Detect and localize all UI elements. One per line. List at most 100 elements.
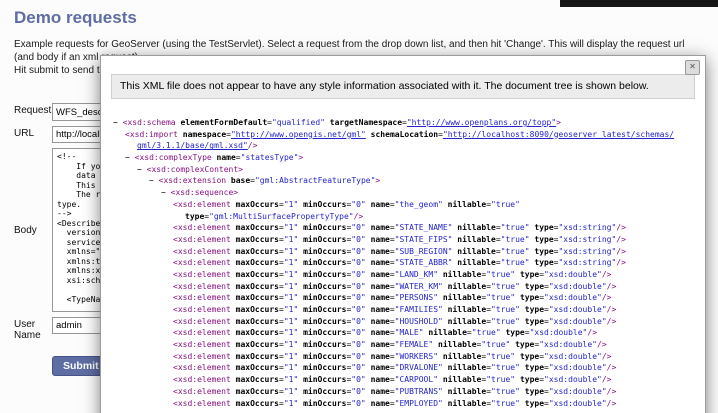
xml-token: nillable bbox=[442, 269, 482, 279]
xml-line: <xsd:element maxOccurs="1" minOccurs="0"… bbox=[113, 304, 701, 316]
xml-token: nillable bbox=[457, 246, 496, 256]
xml-tag: /> bbox=[597, 340, 607, 350]
xml-token: "true" bbox=[500, 223, 530, 233]
collapse-toggle[interactable]: − bbox=[161, 188, 171, 197]
xml-tag: /> bbox=[247, 141, 258, 151]
xml-token: "0" bbox=[351, 305, 366, 314]
xml-token: "1" bbox=[283, 328, 299, 338]
xml-line: <xsd:element maxOccurs="1" minOccurs="0"… bbox=[113, 327, 701, 339]
xml-token: schemaLocation bbox=[370, 129, 439, 139]
xml-token: "0" bbox=[351, 234, 366, 244]
xml-token: "xsd:double" bbox=[548, 305, 607, 314]
xml-tag: <xsd:schema bbox=[122, 118, 181, 127]
xml-line: − <xsd:extension base="gml:AbstractFeatu… bbox=[113, 175, 701, 187]
xml-token: name bbox=[370, 375, 390, 385]
xml-token: "1" bbox=[283, 223, 299, 233]
xml-tag: <xsd:element bbox=[173, 223, 236, 233]
xml-token: "xsd:double" bbox=[544, 293, 602, 303]
xml-tag: <xsd:element bbox=[173, 293, 236, 303]
xml-tag: <xsd:element bbox=[173, 386, 236, 396]
xml-tag: <xsd:element bbox=[173, 363, 236, 373]
xml-token: "the_geom" bbox=[394, 199, 443, 209]
xml-tag: <xsd:element bbox=[173, 351, 236, 361]
xml-token: "true" bbox=[491, 398, 520, 408]
xml-line: <xsd:element maxOccurs="1" minOccurs="0"… bbox=[113, 339, 701, 351]
xml-line: <xsd:element maxOccurs="1" minOccurs="0"… bbox=[113, 222, 701, 234]
xml-token: "FEMALE" bbox=[394, 340, 434, 350]
collapse-toggle[interactable]: − bbox=[125, 153, 135, 162]
xml-token: maxOccurs bbox=[235, 328, 279, 338]
no-style-notice: This XML file does not appear to have an… bbox=[111, 74, 695, 99]
xml-token: "0" bbox=[351, 293, 366, 303]
xml-token: "xsd:double" bbox=[539, 340, 597, 350]
xml-tag: /> bbox=[606, 316, 617, 326]
xml-token: "true" bbox=[491, 199, 520, 209]
xml-token: "xsd:double" bbox=[548, 281, 607, 291]
xml-token: "0" bbox=[351, 340, 366, 350]
xml-token: nillable bbox=[438, 340, 477, 350]
xml-tag: <xsd:element bbox=[173, 258, 236, 268]
xml-token: "xsd:double" bbox=[544, 375, 602, 385]
collapse-toggle[interactable]: − bbox=[149, 176, 159, 185]
xml-token: type bbox=[534, 246, 554, 256]
xml-line: − <xsd:complexContent> bbox=[113, 164, 701, 176]
xml-token: "0" bbox=[351, 328, 366, 338]
xml-line: <xsd:element maxOccurs="1" minOccurs="0"… bbox=[113, 362, 701, 374]
xml-link[interactable]: "http://www.opengis.net/gml" bbox=[231, 130, 366, 139]
xml-tag: /> bbox=[587, 328, 598, 338]
xml-token: "statesType" bbox=[240, 153, 299, 163]
xml-token: nillable bbox=[457, 234, 496, 244]
xml-token: nillable bbox=[457, 258, 496, 268]
xml-tag: /> bbox=[606, 398, 617, 408]
xml-token: "SUB_REGION" bbox=[394, 246, 453, 256]
xml-token: namespace bbox=[182, 129, 227, 139]
xml-token: "DRVALONE" bbox=[394, 363, 443, 373]
xml-token: minOccurs bbox=[303, 398, 347, 408]
xml-token: "WATER_KM" bbox=[394, 281, 443, 291]
xml-token: maxOccurs bbox=[235, 340, 279, 350]
xml-line: <xsd:element maxOccurs="1" minOccurs="0"… bbox=[113, 398, 701, 410]
xml-token: minOccurs bbox=[303, 223, 347, 233]
xml-token: "true" bbox=[500, 246, 530, 256]
collapse-toggle[interactable]: − bbox=[113, 118, 123, 127]
xml-token: name bbox=[370, 281, 390, 291]
xml-token: type bbox=[519, 269, 540, 279]
xml-token: "0" bbox=[351, 316, 366, 326]
xml-link[interactable]: "http://www.openplans.org/topp" bbox=[407, 118, 556, 127]
collapse-toggle[interactable]: − bbox=[137, 165, 147, 174]
xml-token: maxOccurs bbox=[235, 223, 279, 233]
close-icon[interactable]: ✕ bbox=[685, 60, 700, 75]
xml-tag: > bbox=[298, 153, 304, 163]
xml-token: "STATE_FIPS" bbox=[394, 234, 453, 244]
xml-tag: <xsd:element bbox=[173, 199, 236, 209]
xml-token: type bbox=[524, 398, 545, 408]
xml-tag: <xsd:element bbox=[173, 269, 236, 279]
xml-tag: <xsd:complexType bbox=[134, 153, 217, 163]
xml-token: "true" bbox=[486, 375, 516, 385]
xml-tag: /> bbox=[601, 293, 612, 303]
xml-tag: /> bbox=[601, 375, 612, 385]
xml-token: maxOccurs bbox=[235, 258, 279, 268]
xml-token: "PERSONS" bbox=[394, 293, 439, 303]
xml-token: "true" bbox=[500, 258, 530, 268]
xml-token: "true" bbox=[481, 340, 511, 350]
xml-token: "xsd:double" bbox=[544, 351, 602, 361]
xml-token: "PUBTRANS" bbox=[394, 386, 443, 396]
xml-tag: /> bbox=[616, 258, 626, 268]
xml-token: name bbox=[370, 269, 390, 279]
xml-token: maxOccurs bbox=[235, 398, 279, 408]
xml-token: "1" bbox=[283, 246, 299, 256]
xml-token: targetNamespace bbox=[329, 118, 403, 127]
xml-line: <xsd:element maxOccurs="1" minOccurs="0"… bbox=[113, 257, 701, 269]
xml-token: name bbox=[370, 234, 390, 244]
xml-token: minOccurs bbox=[303, 340, 347, 350]
xml-link[interactable]: gml/3.1.1/base/gml.xsd" bbox=[137, 141, 248, 150]
xml-token: name bbox=[370, 223, 390, 233]
xml-link[interactable]: "http://localhost:8090/geoserver_latest/… bbox=[443, 130, 674, 139]
xml-token: minOccurs bbox=[303, 234, 347, 244]
username-label: User Name bbox=[14, 319, 41, 341]
xml-token: "STATE_ABBR" bbox=[394, 258, 453, 268]
xml-token: elementFormDefault bbox=[180, 118, 268, 127]
xml-token: "1" bbox=[283, 281, 299, 291]
xml-token: "xsd:double" bbox=[548, 386, 607, 396]
